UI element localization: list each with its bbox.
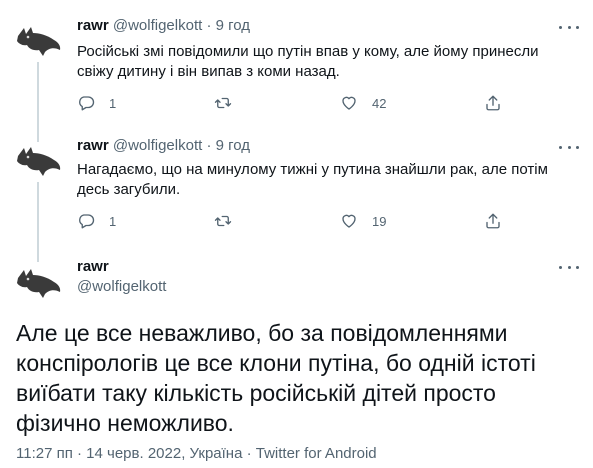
thread-line xyxy=(37,182,39,262)
share-icon xyxy=(486,95,500,111)
action-bar: 1 19 xyxy=(77,211,507,231)
like-count: 42 xyxy=(372,95,387,111)
action-bar: 1 42 xyxy=(77,93,507,113)
timestamp[interactable]: 9 год xyxy=(216,17,250,34)
separator: · xyxy=(206,17,212,34)
more-icon[interactable] xyxy=(559,140,579,154)
reply-icon xyxy=(79,96,95,111)
like-button[interactable]: 42 xyxy=(340,93,386,113)
like-count: 19 xyxy=(372,213,387,229)
timestamp[interactable]: 9 год xyxy=(216,137,250,154)
reply-button[interactable]: 1 xyxy=(77,93,116,113)
tweet-text: Нагадаємо, що на минулому тижні у путина… xyxy=(77,161,548,198)
heart-icon xyxy=(342,96,356,110)
reply-count: 1 xyxy=(109,95,117,111)
share-button[interactable] xyxy=(484,211,502,231)
user-handle[interactable]: @wolfigelkott xyxy=(113,17,202,34)
share-button[interactable] xyxy=(484,93,502,113)
more-icon[interactable] xyxy=(559,20,579,34)
display-name[interactable]: rawr xyxy=(77,137,109,154)
tweet-text: Російські змі повідомили що путін впав у… xyxy=(77,43,539,80)
reply-count: 1 xyxy=(109,213,117,229)
separator: · xyxy=(206,137,212,154)
reply-icon xyxy=(79,214,95,229)
tweet-meta: 11:27 пп · 14 черв. 2022, Україна · Twit… xyxy=(16,445,377,462)
avatar[interactable] xyxy=(14,262,64,302)
display-name[interactable]: rawr xyxy=(77,258,109,275)
reply-button[interactable]: 1 xyxy=(77,211,116,231)
retweet-button[interactable] xyxy=(214,93,246,113)
share-icon xyxy=(486,213,500,229)
like-button[interactable]: 19 xyxy=(340,211,386,231)
retweet-icon xyxy=(214,97,232,109)
thread-line xyxy=(37,62,39,142)
user-handle[interactable]: @wolfigelkott xyxy=(113,137,202,154)
avatar[interactable] xyxy=(14,140,64,180)
tweet-header: rawr @wolfigelkott · 9 год xyxy=(77,137,250,154)
more-icon[interactable] xyxy=(559,260,579,274)
heart-icon xyxy=(342,214,356,228)
avatar[interactable] xyxy=(14,20,64,60)
tweet-header: rawr @wolfigelkott · 9 год xyxy=(77,17,250,34)
retweet-button[interactable] xyxy=(214,211,246,231)
main-tweet-text: Але це все неважливо, бо за повідомлення… xyxy=(16,320,536,436)
user-handle[interactable]: @wolfigelkott xyxy=(77,278,166,295)
retweet-icon xyxy=(214,215,232,227)
display-name[interactable]: rawr xyxy=(77,17,109,34)
